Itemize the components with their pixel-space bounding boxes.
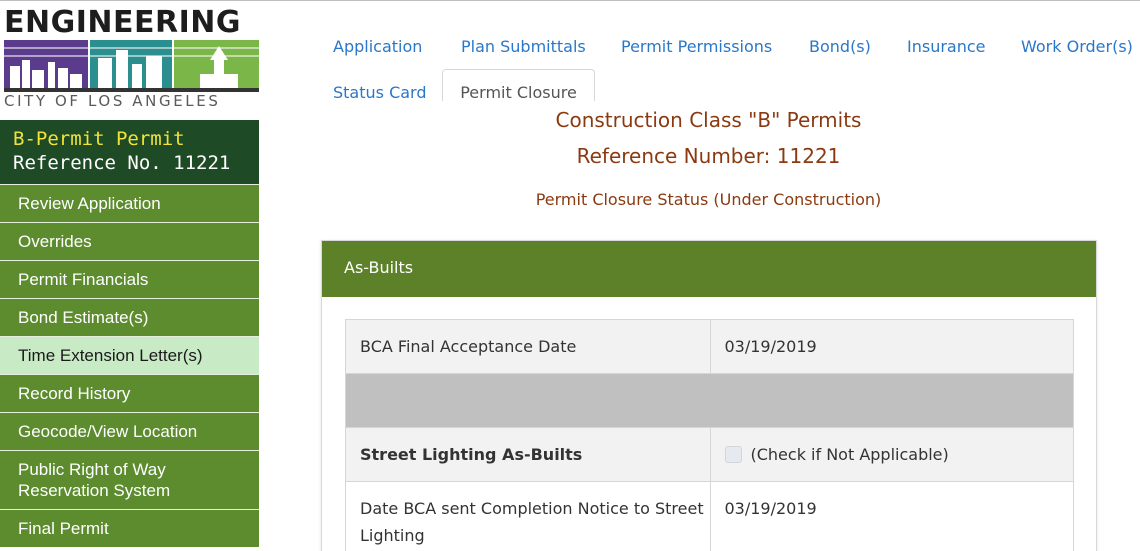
engineering-logo[interactable]: ENGINEERING CITY OF LOS ANGELES xyxy=(0,4,259,112)
logo-subtitle: CITY OF LOS ANGELES xyxy=(4,92,221,110)
bca-acceptance-value: 03/19/2019 xyxy=(709,320,1074,373)
not-applicable-checkbox[interactable] xyxy=(724,446,742,463)
as-builts-table: BCA Final Acceptance Date 03/19/2019 Str… xyxy=(345,319,1074,551)
as-builts-panel: As-Builts BCA Final Acceptance Date 03/1… xyxy=(321,240,1097,551)
page-title: Construction Class "B" Permits xyxy=(555,108,862,132)
reference-number: Reference Number: 11221 xyxy=(576,144,841,168)
sidebar-menu: Review Application Overrides Permit Fina… xyxy=(0,184,259,547)
sidebar-item-final-permit[interactable]: Final Permit xyxy=(0,509,259,547)
table-divider-row xyxy=(345,374,1074,428)
tab-application[interactable]: Application xyxy=(333,37,422,56)
sidebar: ENGINEERING CITY OF LOS ANGELES B-Permit… xyxy=(0,4,259,551)
table-row: Date BCA sent Completion Notice to Stree… xyxy=(345,482,1074,551)
tab-plan-submittals[interactable]: Plan Submittals xyxy=(461,37,586,56)
permit-reference: Reference No. 11221 xyxy=(13,152,231,174)
panel-heading: As-Builts xyxy=(322,241,1096,297)
tab-work-orders[interactable]: Work Order(s) xyxy=(1021,37,1133,56)
sidebar-item-overrides[interactable]: Overrides xyxy=(0,222,259,260)
permit-title: B-Permit Permit xyxy=(13,128,185,150)
tab-permit-closure[interactable]: Permit Closure xyxy=(442,69,595,102)
completion-notice-value: 03/19/2019 xyxy=(709,482,1074,551)
permit-info: B-Permit Permit Reference No. 11221 xyxy=(0,120,259,184)
sidebar-item-record-history[interactable]: Record History xyxy=(0,374,259,412)
table-row: BCA Final Acceptance Date 03/19/2019 xyxy=(345,320,1074,374)
sidebar-item-review-application[interactable]: Review Application xyxy=(0,184,259,222)
sidebar-item-time-extension-letters[interactable]: Time Extension Letter(s) xyxy=(0,336,259,374)
tab-bonds[interactable]: Bond(s) xyxy=(809,37,871,56)
logo-title: ENGINEERING xyxy=(4,5,241,40)
tab-insurance[interactable]: Insurance xyxy=(907,37,986,56)
city-skyline-icon xyxy=(4,40,259,92)
bca-acceptance-label: BCA Final Acceptance Date xyxy=(360,337,577,356)
sidebar-item-permit-financials[interactable]: Permit Financials xyxy=(0,260,259,298)
tab-status-card[interactable]: Status Card xyxy=(333,83,427,102)
street-lighting-label: Street Lighting As-Builts xyxy=(360,445,583,464)
permit-closure-status: Permit Closure Status (Under Constructio… xyxy=(535,190,882,209)
completion-notice-label: Date BCA sent Completion Notice to Stree… xyxy=(360,499,704,545)
tab-permit-permissions[interactable]: Permit Permissions xyxy=(621,37,772,56)
sidebar-item-geocode-view-location[interactable]: Geocode/View Location xyxy=(0,412,259,450)
sidebar-item-bond-estimates[interactable]: Bond Estimate(s) xyxy=(0,298,259,336)
table-row: Street Lighting As-Builts (Check if Not … xyxy=(345,428,1074,482)
not-applicable-label[interactable]: (Check if Not Applicable) xyxy=(751,445,949,464)
sidebar-item-public-right-of-way[interactable]: Public Right of Way Reservation System xyxy=(0,450,259,509)
street-lighting-option: (Check if Not Applicable) xyxy=(709,428,1074,481)
